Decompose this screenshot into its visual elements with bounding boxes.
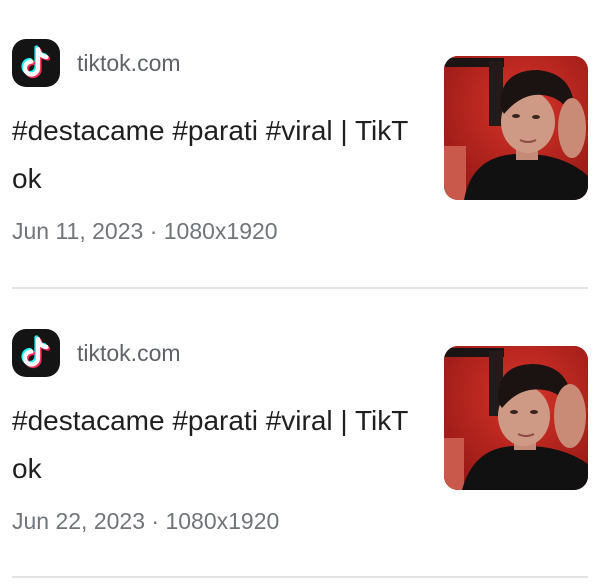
image-dimensions: 1080x1920: [165, 508, 280, 534]
search-result[interactable]: tiktok.com #destacame #parati #viral | T…: [0, 0, 602, 290]
meta-separator: ·: [151, 508, 160, 534]
result-divider: [12, 287, 588, 289]
meta-separator: ·: [149, 218, 158, 244]
search-result[interactable]: tiktok.com #destacame #parati #viral | T…: [0, 290, 602, 580]
result-thumbnail[interactable]: [444, 346, 588, 490]
result-title[interactable]: #destacame #parati #viral | TikTok: [12, 397, 412, 493]
result-meta: Jun 11, 2023 · 1080x1920: [12, 216, 278, 246]
result-title[interactable]: #destacame #parati #viral | TikTok: [12, 107, 412, 203]
result-source[interactable]: tiktok.com: [77, 48, 181, 78]
tiktok-logo-icon: [12, 39, 60, 87]
result-divider: [12, 576, 588, 578]
result-date: Jun 22, 2023: [12, 508, 146, 534]
result-date: Jun 11, 2023: [12, 218, 144, 244]
image-dimensions: 1080x1920: [163, 218, 278, 244]
tiktok-logo-icon: [12, 329, 60, 377]
result-meta: Jun 22, 2023 · 1080x1920: [12, 506, 279, 536]
result-source[interactable]: tiktok.com: [77, 338, 181, 368]
result-thumbnail[interactable]: [444, 56, 588, 200]
